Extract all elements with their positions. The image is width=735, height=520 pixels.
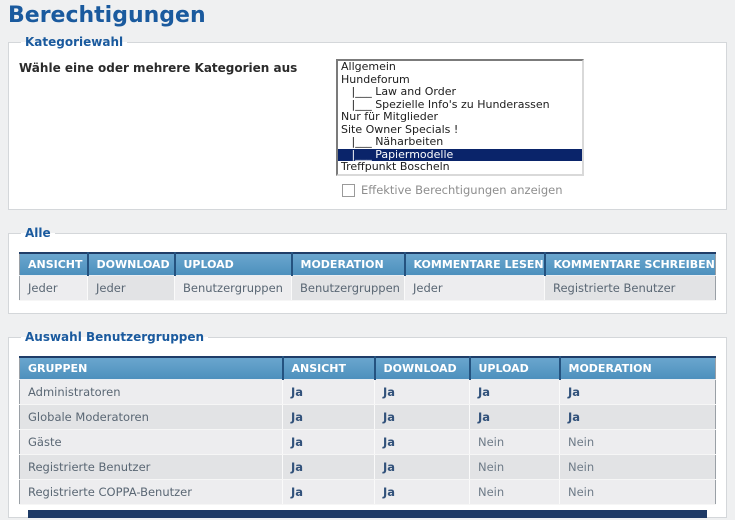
category-option[interactable]: Treffpunkt Boscheln — [338, 160, 582, 174]
all-permissions-legend: Alle — [25, 226, 51, 240]
moderation-value: Ja — [559, 379, 716, 405]
category-option[interactable]: Nur für Mitglieder — [338, 110, 582, 124]
moderation-value: Nein — [559, 429, 716, 455]
all-permissions-fieldset: Alle ANSICHT DOWNLOAD UPLOAD MODERATION … — [8, 226, 727, 314]
admin-page: Berechtigungen Kategoriewahl Wähle eine … — [0, 3, 735, 518]
column-header-upload: UPLOAD — [174, 252, 293, 276]
upload-value: Ja — [469, 379, 560, 405]
usergroups-fieldset: Auswahl Benutzergruppen GRUPPEN ANSICHT … — [8, 330, 727, 518]
all-kommentare-schreiben-value: Registrierte Benutzer — [544, 275, 716, 301]
category-fieldset: Kategoriewahl Wähle eine oder mehrere Ka… — [8, 35, 727, 210]
ansicht-value: Ja — [282, 479, 375, 505]
column-header-download: DOWNLOAD — [374, 356, 471, 380]
group-name: Registrierte Benutzer — [19, 454, 283, 480]
download-value: Ja — [374, 454, 470, 480]
page-title: Berechtigungen — [8, 3, 206, 28]
column-header-moderation: MODERATION — [291, 252, 406, 276]
column-header-ansicht: ANSICHT — [19, 252, 89, 276]
table-row: Administratoren Ja Ja Ja Ja — [19, 379, 716, 405]
category-legend: Kategoriewahl — [25, 35, 124, 49]
ansicht-value: Ja — [282, 454, 375, 480]
moderation-value: Ja — [559, 404, 716, 430]
upload-value: Nein — [469, 479, 560, 505]
column-header-gruppen: GRUPPEN — [19, 356, 284, 380]
download-value: Ja — [374, 379, 470, 405]
download-value: Ja — [374, 429, 470, 455]
moderation-value: Nein — [559, 454, 716, 480]
all-moderation-value: Benutzergruppen — [291, 275, 405, 301]
group-name: Registrierte COPPA-Benutzer — [19, 479, 283, 505]
column-header-kommentare-schreiben: KOMMENTARE SCHREIBEN — [544, 252, 716, 276]
effective-permissions-checkbox[interactable] — [342, 183, 355, 197]
column-header-moderation: MODERATION — [559, 356, 716, 380]
ansicht-value: Ja — [282, 429, 375, 455]
group-name: Gäste — [19, 429, 283, 455]
ansicht-value: Ja — [282, 379, 375, 405]
column-header-upload: UPLOAD — [469, 356, 561, 380]
all-upload-value: Benutzergruppen — [174, 275, 292, 301]
table-header-row: GRUPPEN ANSICHT DOWNLOAD UPLOAD MODERATI… — [19, 356, 716, 380]
column-header-kommentare-lesen: KOMMENTARE LESEN — [404, 252, 546, 276]
column-header-download: DOWNLOAD — [87, 252, 176, 276]
column-header-ansicht: ANSICHT — [282, 356, 376, 380]
group-name: Globale Moderatoren — [19, 404, 283, 430]
upload-value: Nein — [469, 429, 560, 455]
table-row: Jeder Jeder Benutzergruppen Benutzergrup… — [19, 275, 716, 301]
all-download-value: Jeder — [87, 275, 175, 301]
upload-value: Nein — [469, 454, 560, 480]
category-option[interactable]: |___ Law and Order — [338, 85, 582, 99]
category-listbox[interactable]: Allgemein Hundeforum |___ Law and Order … — [336, 59, 584, 176]
table-row: Registrierte Benutzer Ja Ja Nein Nein — [19, 454, 716, 480]
category-option[interactable]: |___ Näharbeiten — [338, 135, 582, 149]
usergroups-table: GRUPPEN ANSICHT DOWNLOAD UPLOAD MODERATI… — [19, 356, 716, 505]
usergroups-legend: Auswahl Benutzergruppen — [25, 330, 205, 344]
table-header-row: ANSICHT DOWNLOAD UPLOAD MODERATION KOMME… — [19, 252, 716, 276]
download-value: Ja — [374, 479, 470, 505]
ansicht-value: Ja — [282, 404, 375, 430]
effective-permissions-label: Effektive Berechtigungen anzeigen — [361, 183, 563, 197]
all-permissions-table: ANSICHT DOWNLOAD UPLOAD MODERATION KOMME… — [19, 252, 716, 301]
all-kommentare-lesen-value: Jeder — [404, 275, 545, 301]
group-name: Administratoren — [19, 379, 283, 405]
category-select-label: Wähle eine oder mehrere Kategorien aus — [19, 61, 298, 75]
table-row: Registrierte COPPA-Benutzer Ja Ja Nein N… — [19, 479, 716, 505]
download-value: Ja — [374, 404, 470, 430]
moderation-value: Nein — [559, 479, 716, 505]
category-option[interactable]: Allgemein — [338, 61, 582, 74]
upload-value: Ja — [469, 404, 560, 430]
table-row: Globale Moderatoren Ja Ja Ja Ja — [19, 404, 716, 430]
all-ansicht-value: Jeder — [19, 275, 88, 301]
table-row: Gäste Ja Ja Nein Nein — [19, 429, 716, 455]
